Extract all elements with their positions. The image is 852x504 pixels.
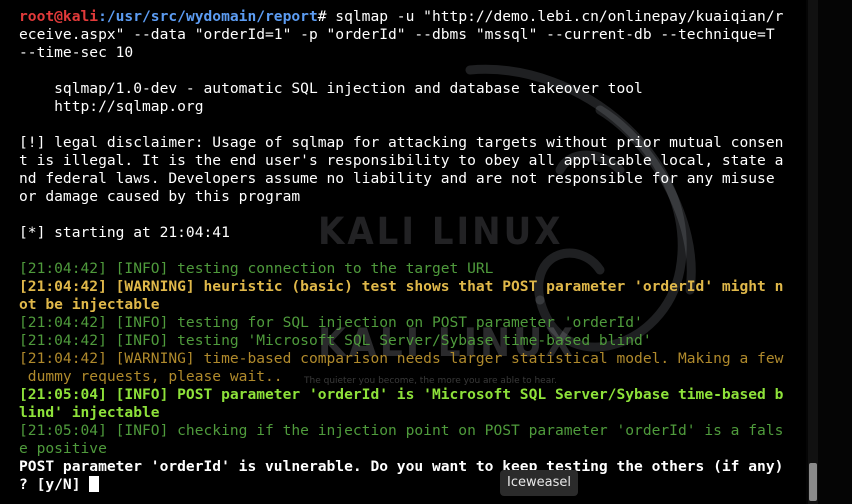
terminal-line: http://sqlmap.org xyxy=(19,98,806,116)
terminal-text-segment: [21:04:42] [INFO] testing 'Microsoft SQL… xyxy=(19,332,652,349)
terminal-line: eceive.aspx" --data "orderId=1" -p "orde… xyxy=(19,26,806,44)
terminal-line: [21:04:42] [WARNING] heuristic (basic) t… xyxy=(19,278,806,296)
terminal-line: POST parameter 'orderId' is vulnerable. … xyxy=(19,458,806,476)
terminal-line: [!] legal disclaimer: Usage of sqlmap fo… xyxy=(19,134,806,152)
terminal-text-segment: # sqlmap -u "http://demo.lebi.cn/onlinep… xyxy=(317,8,784,25)
terminal-line: t is illegal. It is the end user's respo… xyxy=(19,152,806,170)
terminal-text-segment: :/usr/src/wydomain/report xyxy=(98,8,318,25)
terminal-text-segment: sqlmap/1.0-dev - automatic SQL injection… xyxy=(19,80,643,97)
terminal-cursor[interactable] xyxy=(89,476,100,492)
terminal-line: --time-sec 10 xyxy=(19,44,806,62)
terminal-line: [21:04:42] [INFO] testing 'Microsoft SQL… xyxy=(19,332,806,350)
terminal-window[interactable]: KALI LINUX KALI LINUX The quieter you be… xyxy=(0,0,806,504)
terminal-text-segment: [21:05:04] [INFO] checking if the inject… xyxy=(19,422,784,439)
terminal-text-segment: POST parameter 'orderId' is vulnerable. … xyxy=(19,458,784,475)
terminal-line: nd federal laws. Developers assume no li… xyxy=(19,170,806,188)
terminal-output: root@kali:/usr/src/wydomain/report# sqlm… xyxy=(19,8,806,494)
terminal-line: ot be injectable xyxy=(19,296,806,314)
terminal-line: sqlmap/1.0-dev - automatic SQL injection… xyxy=(19,80,806,98)
terminal-line: [21:04:42] [INFO] testing for SQL inject… xyxy=(19,314,806,332)
terminal-text-segment: ot be injectable xyxy=(19,296,160,313)
terminal-text-segment: root@kali xyxy=(19,8,99,25)
scrollbar-thumb[interactable] xyxy=(809,463,817,501)
terminal-text-segment: e positive xyxy=(19,440,107,457)
terminal-line: or damage caused by this program xyxy=(19,188,806,206)
terminal-text-segment: --time-sec 10 xyxy=(19,44,134,61)
scrollbar-track[interactable] xyxy=(808,0,818,504)
terminal-text-segment: t is illegal. It is the end user's respo… xyxy=(19,152,784,169)
terminal-line: lind' injectable xyxy=(19,404,806,422)
terminal-text-segment: lind' injectable xyxy=(19,404,160,421)
terminal-line: [21:04:42] [WARNING] time-based comparis… xyxy=(19,350,806,368)
terminal-text-segment: or damage caused by this program xyxy=(19,188,301,205)
terminal-line: root@kali:/usr/src/wydomain/report# sqlm… xyxy=(19,8,806,26)
terminal-line: [*] starting at 21:04:41 xyxy=(19,224,806,242)
terminal-line: [21:04:42] [INFO] testing connection to … xyxy=(19,260,806,278)
terminal-line: [21:05:04] [INFO] POST parameter 'orderI… xyxy=(19,386,806,404)
terminal-text-segment: ? [y/N] xyxy=(19,476,90,493)
terminal-text-segment: [21:04:42] [INFO] testing connection to … xyxy=(19,260,494,277)
terminal-text-segment: [*] starting at 21:04:41 xyxy=(19,224,230,241)
terminal-text-segment: [21:05:04] [INFO] POST parameter 'orderI… xyxy=(19,386,784,403)
terminal-text-segment: nd federal laws. Developers assume no li… xyxy=(19,170,784,187)
terminal-line: ? [y/N] xyxy=(19,476,806,494)
terminal-text-segment: http://sqlmap.org xyxy=(19,98,204,115)
terminal-text-segment: dummy requests, please wait.. xyxy=(19,368,283,385)
terminal-text-segment: [21:04:42] [INFO] testing for SQL inject… xyxy=(19,314,643,331)
terminal-line: e positive xyxy=(19,440,806,458)
terminal-line: [21:05:04] [INFO] checking if the inject… xyxy=(19,422,806,440)
terminal-text-segment: [21:04:42] [WARNING] heuristic (basic) t… xyxy=(19,278,784,295)
terminal-line: dummy requests, please wait.. xyxy=(19,368,806,386)
iceweasel-tooltip: Iceweasel xyxy=(500,470,578,496)
terminal-text-segment: eceive.aspx" --data "orderId=1" -p "orde… xyxy=(19,26,775,43)
terminal-text-segment: [21:04:42] [WARNING] time-based comparis… xyxy=(19,350,784,367)
terminal-text-segment: [!] legal disclaimer: Usage of sqlmap fo… xyxy=(19,134,784,151)
